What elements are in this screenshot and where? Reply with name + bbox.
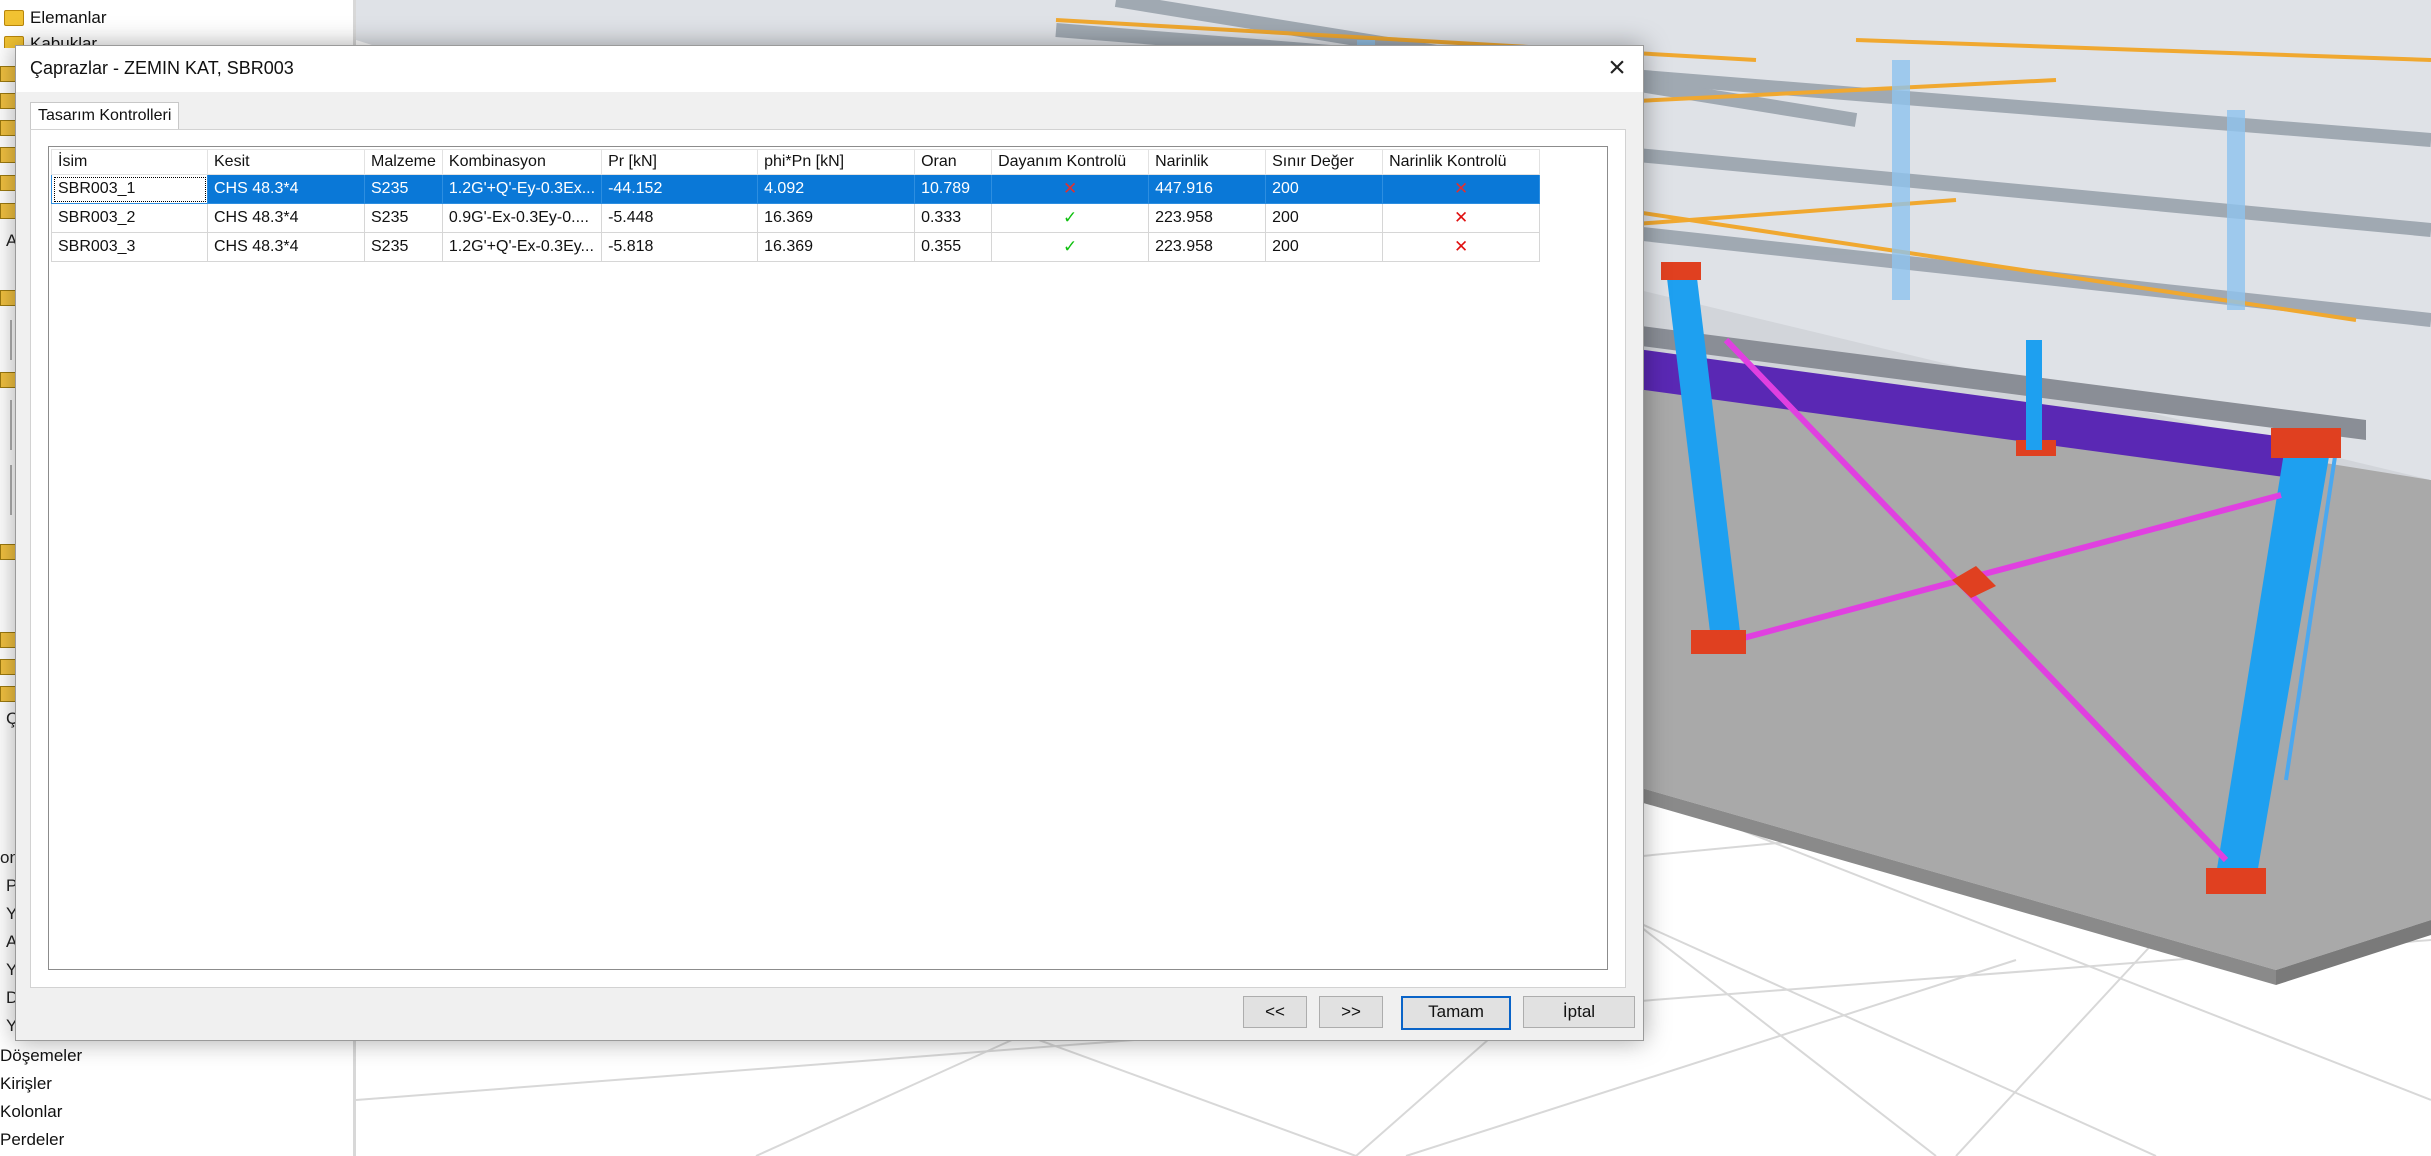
table-row[interactable]: SBR003_1 CHS 48.3*4 S235 1.2G'+Q'-Ey-0.3… — [51, 174, 1541, 204]
cell-kombinasyon[interactable]: 1.2G'+Q'-Ex-0.3Ey... — [441, 232, 603, 262]
column-header[interactable]: Narinlik — [1148, 149, 1267, 175]
cell-narinlik[interactable]: 223.958 — [1148, 232, 1267, 262]
column-header[interactable]: Dayanım Kontrolü — [991, 149, 1150, 175]
cell-oran[interactable]: 10.789 — [914, 174, 993, 204]
cross-icon: ✕ — [1453, 237, 1469, 256]
cross-icon: ✕ — [1453, 208, 1469, 227]
tree-item-perdeler[interactable]: Perdeler — [0, 1126, 64, 1154]
tree-node-icon[interactable] — [0, 120, 16, 136]
table-header-row: İsim Kesit Malzeme Kombinasyon Pr [kN] p… — [51, 149, 1541, 175]
tree-node-icon[interactable] — [0, 93, 16, 109]
column-header[interactable]: Pr [kN] — [601, 149, 759, 175]
cell-kesit[interactable]: CHS 48.3*4 — [207, 203, 365, 233]
cell-phipn[interactable]: 16.369 — [757, 232, 916, 262]
cell-narinlik-kontrolu[interactable]: ✕ — [1382, 174, 1541, 204]
tree-node-icon[interactable] — [0, 66, 16, 82]
column-header[interactable]: İsim — [51, 149, 208, 175]
cell-narinlik[interactable]: 223.958 — [1148, 203, 1267, 233]
tree-item-label: Perdeler — [0, 1130, 65, 1149]
column-cap — [2271, 428, 2341, 458]
close-icon[interactable]: × — [1591, 46, 1643, 92]
tree-item-label: Döşemeler — [0, 1046, 83, 1065]
column-header[interactable]: Kesit — [207, 149, 365, 175]
cell-dayanim-kontrolu[interactable]: ✓ — [991, 232, 1150, 262]
bracing-design-dialog: Çaprazlar - ZEMIN KAT, SBR003 × Tasarım … — [15, 45, 1644, 1041]
cell-kombinasyon[interactable]: 0.9G'-Ex-0.3Ey-0.... — [441, 203, 603, 233]
dialog-title: Çaprazlar - ZEMIN KAT, SBR003 — [30, 58, 294, 78]
tree-item-label: Kolonlar — [0, 1102, 63, 1121]
cell-sinir-deger[interactable]: 200 — [1265, 203, 1384, 233]
cancel-button[interactable]: İptal — [1523, 996, 1635, 1028]
cell-malzeme[interactable]: S235 — [364, 203, 443, 233]
tree-node-icon[interactable] — [0, 659, 16, 675]
tree-item-kirisler[interactable]: Kirişler — [0, 1070, 52, 1098]
tree-node-icon[interactable] — [0, 290, 16, 306]
base-plate — [2206, 868, 2266, 894]
tree-item-label: Kirişler — [0, 1074, 52, 1093]
cell-oran[interactable]: 0.333 — [914, 203, 993, 233]
table-row[interactable]: SBR003_3 CHS 48.3*4 S235 1.2G'+Q'-Ex-0.3… — [51, 232, 1541, 262]
cell-isim[interactable]: SBR003_1 — [51, 174, 208, 204]
tree-connector — [10, 320, 12, 360]
cell-narinlik-kontrolu[interactable]: ✕ — [1382, 203, 1541, 233]
column-header[interactable]: Malzeme — [364, 149, 443, 175]
check-icon: ✓ — [1062, 237, 1078, 256]
cell-isim[interactable]: SBR003_2 — [51, 203, 208, 233]
cell-phipn[interactable]: 16.369 — [757, 203, 916, 233]
cell-malzeme[interactable]: S235 — [364, 232, 443, 262]
cell-phipn[interactable]: 4.092 — [757, 174, 916, 204]
design-check-grid[interactable]: İsim Kesit Malzeme Kombinasyon Pr [kN] p… — [48, 146, 1608, 970]
cell-kesit[interactable]: CHS 48.3*4 — [207, 232, 365, 262]
tree-connector — [10, 465, 12, 515]
tree-node-icon[interactable] — [0, 175, 16, 191]
cell-narinlik-kontrolu[interactable]: ✕ — [1382, 232, 1541, 262]
column-header[interactable]: phi*Pn [kN] — [757, 149, 916, 175]
next-button[interactable]: >> — [1319, 996, 1383, 1028]
tree-item-elemanlar[interactable]: Elemanlar — [4, 4, 107, 32]
tree-node-icon[interactable] — [0, 686, 16, 702]
cell-dayanim-kontrolu[interactable]: ✓ — [991, 203, 1150, 233]
cell-kombinasyon[interactable]: 1.2G'+Q'-Ey-0.3Ex... — [441, 174, 603, 204]
tree-item-kolonlar[interactable]: Kolonlar — [0, 1098, 62, 1126]
tree-node-icon[interactable] — [0, 147, 16, 163]
tree-node-icon[interactable] — [0, 544, 16, 560]
cell-kesit[interactable]: CHS 48.3*4 — [207, 174, 365, 204]
tree-node-icon[interactable] — [0, 203, 16, 219]
column-header[interactable]: Narinlik Kontrolü — [1382, 149, 1541, 175]
dialog-title-bar[interactable]: Çaprazlar - ZEMIN KAT, SBR003 × — [16, 46, 1643, 92]
cell-pr[interactable]: -44.152 — [601, 174, 759, 204]
cell-pr[interactable]: -5.818 — [601, 232, 759, 262]
cell-narinlik[interactable]: 447.916 — [1148, 174, 1267, 204]
ok-button[interactable]: Tamam — [1401, 996, 1511, 1030]
tree-connector — [10, 400, 12, 450]
column-cap — [1661, 262, 1701, 280]
cell-malzeme[interactable]: S235 — [364, 174, 443, 204]
design-check-table[interactable]: İsim Kesit Malzeme Kombinasyon Pr [kN] p… — [51, 149, 1541, 262]
cell-pr[interactable]: -5.448 — [601, 203, 759, 233]
column-header[interactable]: Kombinasyon — [441, 149, 603, 175]
column-header[interactable]: Oran — [914, 149, 993, 175]
tree-node-icon[interactable] — [0, 632, 16, 648]
back-center-column — [2026, 340, 2042, 450]
cell-oran[interactable]: 0.355 — [914, 232, 993, 262]
cross-icon: ✕ — [1062, 179, 1078, 198]
folder-icon — [4, 9, 24, 26]
cell-sinir-deger[interactable]: 200 — [1265, 174, 1384, 204]
tree-item-label: Elemanlar — [30, 8, 107, 27]
cell-sinir-deger[interactable]: 200 — [1265, 232, 1384, 262]
column-header[interactable]: Sınır Değer — [1265, 149, 1384, 175]
base-plate — [1691, 630, 1746, 654]
cell-dayanim-kontrolu[interactable]: ✕ — [991, 174, 1150, 204]
previous-button[interactable]: << — [1243, 996, 1307, 1028]
cell-isim[interactable]: SBR003_3 — [51, 232, 208, 262]
cross-icon: ✕ — [1453, 179, 1469, 198]
table-row[interactable]: SBR003_2 CHS 48.3*4 S235 0.9G'-Ex-0.3Ey-… — [51, 203, 1541, 233]
check-icon: ✓ — [1062, 208, 1078, 227]
tree-item-dosemeler[interactable]: Döşemeler — [0, 1042, 82, 1070]
tab-tasarim-kontrolleri[interactable]: Tasarım Kontrolleri — [30, 102, 180, 129]
tree-node-icon[interactable] — [0, 372, 16, 388]
